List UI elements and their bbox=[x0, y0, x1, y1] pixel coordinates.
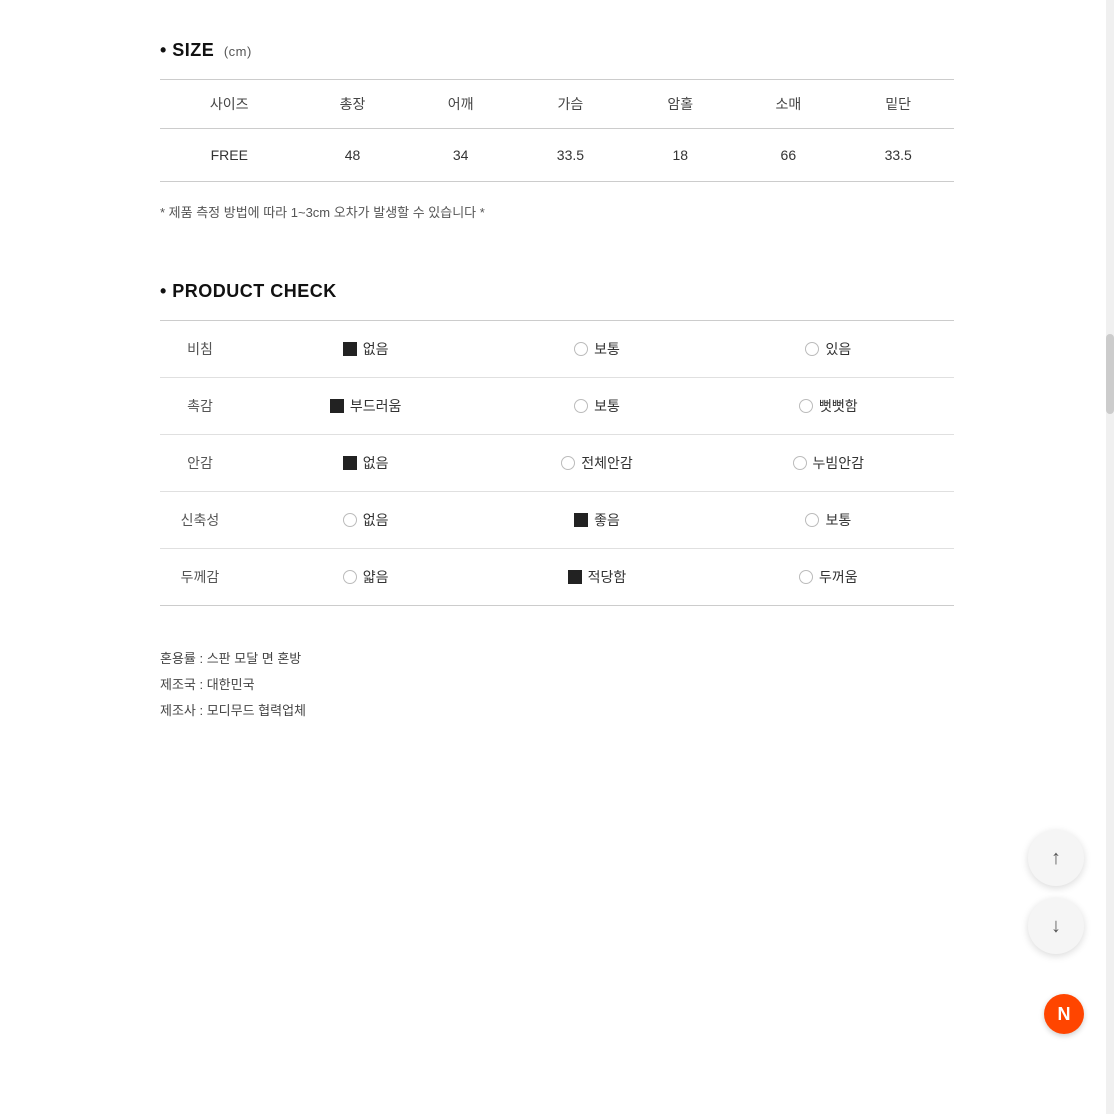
material-line: 제조사 : 모디무드 협력업체 bbox=[160, 698, 954, 724]
col-armhole: 암홀 bbox=[626, 80, 734, 129]
material-line: 제조국 : 대한민국 bbox=[160, 672, 954, 698]
size-section-title: • SIZE (cm) bbox=[160, 40, 954, 61]
scroll-down-button[interactable]: ↓ bbox=[1028, 898, 1084, 954]
product-check-title: • PRODUCT CHECK bbox=[160, 281, 954, 302]
check-empty-icon bbox=[561, 456, 575, 470]
check-option-label: 누빔안감 bbox=[813, 453, 865, 473]
check-option-item: 적당함 bbox=[481, 567, 712, 587]
check-option-label: 두꺼움 bbox=[819, 567, 858, 587]
size-table-row: FREE483433.5186633.5 bbox=[160, 129, 954, 182]
check-table: 비침없음보통있음촉감부드러움보통뻣뻣함안감없음전체안감누빔안감신축성없음좋음보통… bbox=[160, 320, 954, 606]
check-option-item: 없음 bbox=[250, 339, 481, 359]
scroll-up-button[interactable]: ↑ bbox=[1028, 830, 1084, 886]
check-row-options: 없음 좋음 보통 bbox=[240, 492, 954, 549]
check-option-item: 없음 bbox=[250, 453, 481, 473]
scrollbar-thumb[interactable] bbox=[1106, 334, 1114, 414]
n-badge[interactable]: N bbox=[1044, 994, 1084, 1034]
check-filled-icon bbox=[568, 570, 582, 584]
check-empty-icon bbox=[805, 513, 819, 527]
check-row-label: 촉감 bbox=[160, 378, 240, 435]
check-option-item: 얇음 bbox=[250, 567, 481, 587]
col-sleeve: 소매 bbox=[734, 80, 842, 129]
check-option-label: 좋음 bbox=[594, 510, 620, 530]
check-option-label: 없음 bbox=[363, 339, 389, 359]
col-hem: 밑단 bbox=[842, 80, 954, 129]
check-table-row: 두께감 얇음 적당함 두꺼움 bbox=[160, 549, 954, 606]
check-row-label: 신축성 bbox=[160, 492, 240, 549]
check-row-options: 부드러움 보통 뻣뻣함 bbox=[240, 378, 954, 435]
check-empty-icon bbox=[799, 570, 813, 584]
check-row-label: 비침 bbox=[160, 321, 240, 378]
size-table-cell: 18 bbox=[626, 129, 734, 182]
product-check-section: • PRODUCT CHECK 비침없음보통있음촉감부드러움보통뻣뻣함안감없음전… bbox=[160, 281, 954, 606]
col-shoulder: 어깨 bbox=[407, 80, 515, 129]
check-option-item: 전체안감 bbox=[481, 453, 712, 473]
check-option-label: 뻣뻣함 bbox=[819, 396, 858, 416]
check-option-item: 보통 bbox=[481, 339, 712, 359]
check-empty-icon bbox=[343, 570, 357, 584]
check-row-options: 없음 전체안감 누빔안감 bbox=[240, 435, 954, 492]
size-section: • SIZE (cm) 사이즈 총장 어깨 가슴 암홀 소매 밑단 FREE48… bbox=[160, 40, 954, 221]
size-table: 사이즈 총장 어깨 가슴 암홀 소매 밑단 FREE483433.5186633… bbox=[160, 79, 954, 182]
col-total: 총장 bbox=[298, 80, 406, 129]
check-option-item: 없음 bbox=[250, 510, 481, 530]
check-option-item: 누빔안감 bbox=[713, 453, 944, 473]
check-empty-icon bbox=[793, 456, 807, 470]
material-info: 혼용률 : 스판 모달 면 혼방제조국 : 대한민국제조사 : 모디무드 협력업… bbox=[160, 646, 954, 724]
check-option-item: 좋음 bbox=[481, 510, 712, 530]
check-empty-icon bbox=[574, 342, 588, 356]
check-option-label: 보통 bbox=[825, 510, 851, 530]
check-option-item: 부드러움 bbox=[250, 396, 481, 416]
check-table-row: 비침 없음 보통 있음 bbox=[160, 321, 954, 378]
check-row-options: 얇음 적당함 두꺼움 bbox=[240, 549, 954, 606]
check-option-item: 보통 bbox=[481, 396, 712, 416]
check-empty-icon bbox=[343, 513, 357, 527]
main-content: • SIZE (cm) 사이즈 총장 어깨 가슴 암홀 소매 밑단 FREE48… bbox=[0, 0, 1114, 784]
check-option-item: 있음 bbox=[713, 339, 944, 359]
check-table-row: 안감 없음 전체안감 누빔안감 bbox=[160, 435, 954, 492]
size-note: * 제품 측정 방법에 따라 1~3cm 오차가 발생할 수 있습니다 * bbox=[160, 202, 954, 221]
check-table-row: 촉감 부드러움 보통 뻣뻣함 bbox=[160, 378, 954, 435]
check-row-label: 안감 bbox=[160, 435, 240, 492]
check-option-item: 뻣뻣함 bbox=[713, 396, 944, 416]
check-option-item: 보통 bbox=[713, 510, 944, 530]
check-empty-icon bbox=[805, 342, 819, 356]
check-option-label: 보통 bbox=[594, 396, 620, 416]
check-filled-icon bbox=[343, 342, 357, 356]
size-table-cell: 48 bbox=[298, 129, 406, 182]
check-empty-icon bbox=[574, 399, 588, 413]
check-empty-icon bbox=[799, 399, 813, 413]
size-unit: (cm) bbox=[224, 44, 252, 59]
check-row-label: 두께감 bbox=[160, 549, 240, 606]
size-table-cell: FREE bbox=[160, 129, 298, 182]
check-filled-icon bbox=[574, 513, 588, 527]
size-title-text: • SIZE bbox=[160, 40, 214, 60]
check-option-label: 적당함 bbox=[588, 567, 627, 587]
check-option-item: 두꺼움 bbox=[713, 567, 944, 587]
check-row-options: 없음 보통 있음 bbox=[240, 321, 954, 378]
check-filled-icon bbox=[343, 456, 357, 470]
check-option-label: 있음 bbox=[825, 339, 851, 359]
float-buttons: ↑ ↓ bbox=[1028, 830, 1084, 954]
size-table-cell: 33.5 bbox=[515, 129, 627, 182]
check-option-label: 부드러움 bbox=[350, 396, 402, 416]
col-size: 사이즈 bbox=[160, 80, 298, 129]
check-option-label: 전체안감 bbox=[581, 453, 633, 473]
check-table-row: 신축성 없음 좋음 보통 bbox=[160, 492, 954, 549]
size-table-cell: 66 bbox=[734, 129, 842, 182]
size-table-cell: 33.5 bbox=[842, 129, 954, 182]
check-option-label: 없음 bbox=[363, 510, 389, 530]
check-option-label: 보통 bbox=[594, 339, 620, 359]
check-option-label: 없음 bbox=[363, 453, 389, 473]
scrollbar-track bbox=[1106, 0, 1114, 1114]
size-table-cell: 34 bbox=[407, 129, 515, 182]
col-chest: 가슴 bbox=[515, 80, 627, 129]
check-option-label: 얇음 bbox=[363, 567, 389, 587]
material-line: 혼용률 : 스판 모달 면 혼방 bbox=[160, 646, 954, 672]
size-table-header-row: 사이즈 총장 어깨 가슴 암홀 소매 밑단 bbox=[160, 80, 954, 129]
check-filled-icon bbox=[330, 399, 344, 413]
